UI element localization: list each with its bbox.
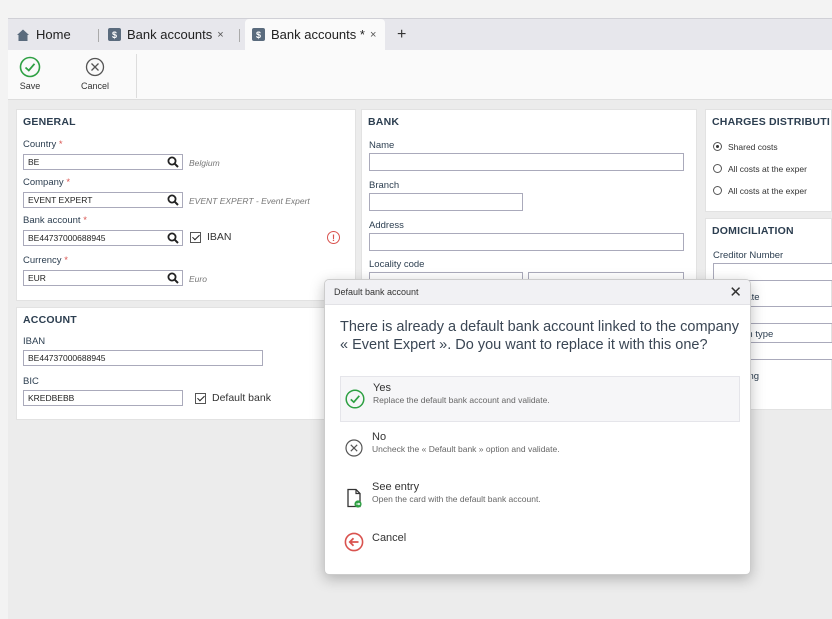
close-circle-icon <box>85 57 105 77</box>
save-button[interactable]: Save <box>19 56 41 91</box>
see-entry-title: See entry <box>372 481 420 493</box>
plus-icon: + <box>397 25 407 43</box>
home-icon <box>17 29 29 41</box>
save-label: Save <box>19 81 41 91</box>
currency-input[interactable]: EUR <box>23 270 183 286</box>
bank-title: BANK <box>368 116 400 128</box>
add-tab-button[interactable]: + <box>397 19 406 50</box>
cancel-option-title: Cancel <box>372 532 407 544</box>
country-hint: Belgium <box>189 158 220 168</box>
search-icon[interactable] <box>167 232 179 244</box>
tab-label: Bank accounts * <box>271 27 365 42</box>
no-option-title: No <box>372 431 387 443</box>
dollar-icon: $ <box>108 28 121 41</box>
tab-bar: Home $ Bank accounts × $ Bank accounts *… <box>8 18 832 50</box>
yes-option-title: Yes <box>373 382 391 394</box>
yes-option[interactable]: Yes Replace the default bank account and… <box>340 376 740 422</box>
search-icon[interactable] <box>167 156 179 168</box>
toolbar-divider <box>136 54 137 98</box>
tab-label: Bank accounts <box>127 27 213 42</box>
shared-costs-radio[interactable] <box>713 142 722 151</box>
no-option-subtitle: Uncheck the « Default bank » option and … <box>372 444 560 454</box>
tab-bank-accounts-active[interactable]: $ Bank accounts * × <box>245 19 385 50</box>
country-label: Country * <box>23 139 63 150</box>
tab-divider <box>239 29 240 42</box>
shared-costs-label: Shared costs <box>728 142 778 152</box>
charges-title: CHARGES DISTRIBUTI <box>712 116 830 128</box>
charges-panel: CHARGES DISTRIBUTI Shared costs All cost… <box>705 109 832 212</box>
tab-home-label: Home <box>36 27 71 42</box>
check-circle-icon <box>345 389 365 409</box>
back-arrow-icon <box>344 532 364 552</box>
bic-input[interactable]: KREDBEBB <box>23 390 183 406</box>
costs-expert-radio[interactable] <box>713 164 722 173</box>
bank-name-input[interactable] <box>369 153 684 171</box>
close-tab-icon[interactable]: × <box>370 29 376 41</box>
see-entry-option[interactable]: See entry Open the card with the default… <box>340 476 740 522</box>
general-title: GENERAL <box>23 116 76 128</box>
account-title: ACCOUNT <box>23 314 77 326</box>
branch-input[interactable] <box>369 193 523 211</box>
toolbar: Save Cancel <box>8 50 832 100</box>
creditor-label: Creditor Number <box>713 250 784 261</box>
no-option[interactable]: No Uncheck the « Default bank » option a… <box>340 426 740 472</box>
domiciliation-title: DOMICILIATION <box>712 225 794 237</box>
bic-label: BIC <box>23 376 39 387</box>
country-input[interactable]: BE <box>23 154 183 170</box>
yes-option-subtitle: Replace the default bank account and val… <box>373 395 550 405</box>
address-input[interactable] <box>369 233 684 251</box>
close-icon[interactable]: ✕ <box>729 283 742 301</box>
document-icon <box>347 488 362 508</box>
currency-label: Currency * <box>23 255 68 266</box>
bank-account-input[interactable]: BE44737000688945 <box>23 230 183 246</box>
see-entry-subtitle: Open the card with the default bank acco… <box>372 494 541 504</box>
iban-label: IBAN <box>23 336 46 347</box>
company-hint: EVENT EXPERT - Event Expert <box>189 196 310 206</box>
dialog-title: Default bank account <box>334 287 419 297</box>
iban-checkbox-label: IBAN <box>207 231 232 243</box>
dialog-question: There is already a default bank account … <box>340 319 739 353</box>
costs-expert-label-2: All costs at the exper <box>728 186 807 196</box>
branch-label: Branch <box>369 180 400 191</box>
tab-home[interactable]: Home <box>16 19 71 50</box>
costs-expert-label: All costs at the exper <box>728 164 807 174</box>
bank-name-label: Name <box>369 140 395 151</box>
cancel-button[interactable]: Cancel <box>81 56 109 91</box>
company-label: Company * <box>23 177 71 188</box>
address-label: Address <box>369 220 404 231</box>
default-bank-dialog: Default bank account ✕ There is already … <box>324 279 751 575</box>
error-icon: ! <box>327 231 340 244</box>
account-panel: ACCOUNT IBAN BE44737000688945 BIC KREDBE… <box>16 307 356 420</box>
bank-account-label: Bank account * <box>23 215 87 226</box>
default-bank-checkbox[interactable] <box>195 393 206 404</box>
general-panel: GENERAL Country * BE Belgium Company * E… <box>16 109 356 301</box>
dialog-header: Default bank account ✕ <box>325 280 750 305</box>
tab-divider <box>98 29 99 42</box>
locality-label: Locality code <box>369 259 425 270</box>
cancel-label: Cancel <box>81 81 110 91</box>
default-bank-label: Default bank <box>212 392 271 404</box>
iban-input[interactable]: BE44737000688945 <box>23 350 263 366</box>
company-input[interactable]: EVENT EXPERT <box>23 192 183 208</box>
search-icon[interactable] <box>167 194 179 206</box>
currency-hint: Euro <box>189 274 207 284</box>
tab-bank-accounts[interactable]: $ Bank accounts × <box>108 19 224 50</box>
dollar-icon: $ <box>252 28 265 41</box>
close-tab-icon[interactable]: × <box>217 29 223 41</box>
search-icon[interactable] <box>167 272 179 284</box>
bank-panel: BANK Name Branch Address Locality code <box>361 109 697 294</box>
iban-checkbox[interactable] <box>190 232 201 243</box>
close-circle-icon <box>345 439 363 457</box>
check-circle-icon <box>19 56 41 78</box>
cancel-option[interactable]: Cancel <box>340 520 740 566</box>
costs-expert-radio-2[interactable] <box>713 186 722 195</box>
